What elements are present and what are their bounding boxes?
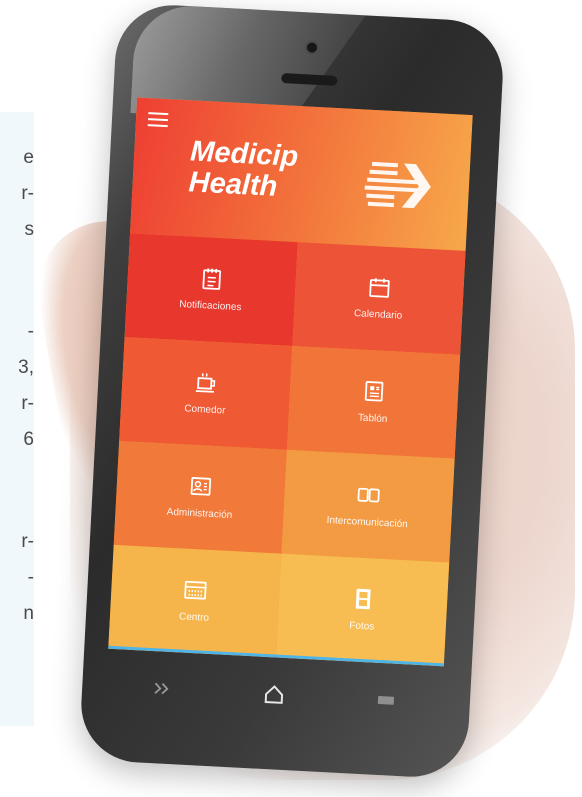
tile-label: Fotos [348,620,375,633]
home-icon [264,685,284,704]
tile-comedor[interactable]: Comedor [119,337,293,450]
board-icon [364,381,384,402]
side-text-panel: e r- s - 3, r- 6 r- - n [0,112,34,726]
tile-administracion[interactable]: Administración [113,441,287,554]
calendar-icon [369,278,390,298]
tile-label: Intercomunicación [326,515,409,531]
side-text-fragment: r- [21,393,34,414]
side-text-fragment: 3, [18,357,34,378]
tile-calendario[interactable]: Calendario [292,242,466,355]
two-panels-icon [357,487,380,503]
tile-label: Notificaciones [178,298,242,314]
tile-label: Calendario [353,308,403,322]
tile-centro[interactable]: Centro [108,544,282,658]
nav-back-button[interactable] [143,670,181,708]
tile-label: Comedor [184,403,226,417]
tile-fotos[interactable]: Fotos [276,553,450,667]
nav-home-button[interactable] [255,676,293,714]
tile-tablon[interactable]: Tablón [286,345,461,459]
tile-label: Centro [178,611,210,624]
menu-grid: Notificaciones Calendario Comedor Tablón… [108,233,466,667]
brand-line-2: Health [187,166,279,203]
side-text-fragment: r- [21,183,34,204]
side-text-fragment: s [24,219,35,240]
recent-apps-icon [377,695,395,705]
tile-intercomunicacion[interactable]: Intercomunicación [281,449,455,563]
side-text-fragment: e [23,147,34,168]
id-card-icon [190,477,212,496]
double-chevron-icon [154,682,169,695]
logo-h-mark-icon [364,161,431,209]
tile-label: Administración [166,506,233,522]
tile-notificaciones[interactable]: Notificaciones [124,233,298,346]
nav-recent-button[interactable] [367,681,405,719]
tile-label: Tablón [357,412,388,426]
app-logo: Medicip Health [187,135,299,204]
android-nav-bar [104,651,443,738]
phone-screen: Medicip Health Notificaciones Calendario… [108,97,473,667]
film-icon [355,588,371,610]
side-text-fragment: 6 [23,429,34,450]
hamburger-menu-icon[interactable] [147,112,169,128]
side-text-fragment: - [27,567,34,588]
phone-device: Medicip Health Notificaciones Calendario… [78,2,506,780]
keyboard-icon [184,580,207,600]
side-text-fragment: n [23,603,34,624]
coffee-icon [195,373,216,393]
side-text-fragment: r- [21,531,34,552]
notebook-icon [202,268,222,290]
app-header: Medicip Health [130,97,473,251]
side-text-fragment: - [27,321,34,342]
